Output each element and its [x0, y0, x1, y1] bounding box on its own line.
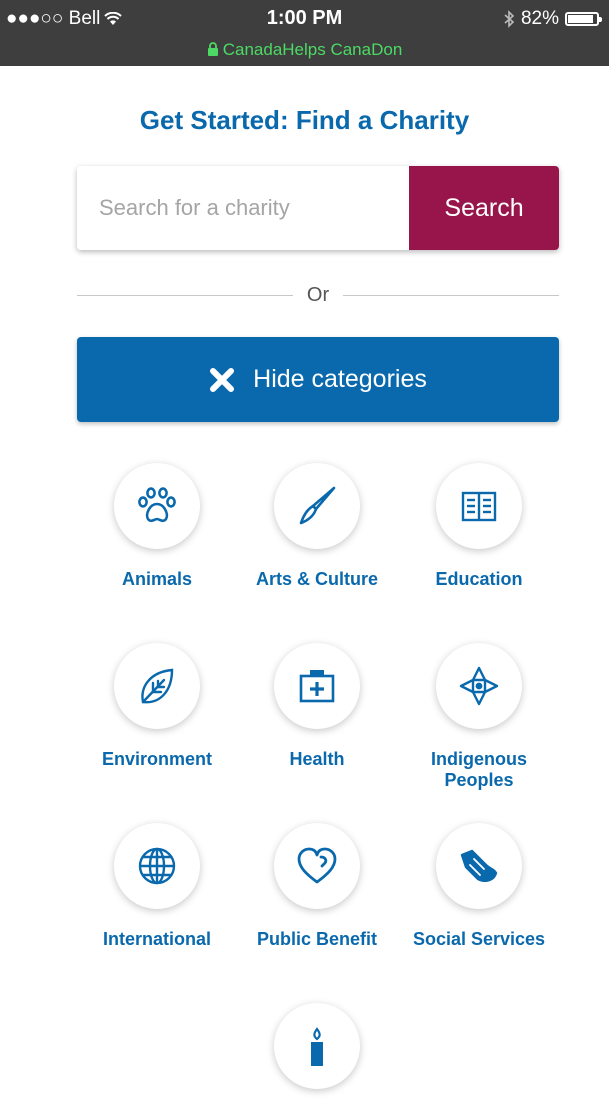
status-right: 82% [503, 8, 602, 30]
category-education[interactable]: Education [394, 463, 564, 590]
or-divider: Or [77, 283, 559, 307]
first-aid-kit-icon [299, 670, 335, 703]
category-indigenous-peoples[interactable]: Indigenous Peoples [394, 643, 564, 791]
search-form: Search [77, 166, 559, 250]
url-text: CanadaHelps CanaDon [222, 40, 403, 59]
hide-categories-label: Hide categories [253, 365, 427, 393]
category-label: Social Services [412, 929, 546, 949]
lock-icon [207, 42, 218, 56]
page-title: Get Started: Find a Charity [139, 105, 470, 135]
category-label: Education [435, 569, 523, 589]
url-bar[interactable]: CanadaHelps CanaDon [0, 40, 609, 60]
status-bar: ●●●○○ Bell 1:00 PM 82% CanadaHelps CanaD… [0, 0, 609, 66]
book-icon [461, 491, 497, 522]
category-circle [114, 823, 200, 909]
category-label: Health [289, 749, 345, 769]
divider-line-right [343, 294, 559, 296]
paw-icon [138, 487, 176, 523]
category-circle [274, 463, 360, 549]
category-label: International [102, 929, 211, 949]
battery-level [568, 15, 593, 23]
search-input[interactable] [77, 166, 409, 250]
category-circle [436, 643, 522, 729]
category-health[interactable]: Health [232, 643, 402, 770]
category-circle [436, 823, 522, 909]
bluetooth-icon [504, 10, 515, 28]
category-label: Arts & Culture [255, 569, 378, 589]
paintbrush-icon [299, 486, 336, 525]
or-label: Or [306, 283, 330, 306]
hide-categories-button[interactable]: Hide categories [77, 337, 559, 422]
heart-icon [297, 847, 337, 884]
category-circle [436, 463, 522, 549]
category-religion[interactable] [232, 1003, 402, 1109]
category-label: Environment [101, 749, 212, 769]
category-circle [114, 643, 200, 729]
category-animals[interactable]: Animals [72, 463, 242, 590]
category-label: Animals [121, 569, 193, 589]
close-icon [210, 367, 235, 392]
battery-percent: 82% [520, 8, 559, 29]
candle-icon [311, 1027, 323, 1066]
leaf-icon [141, 668, 174, 704]
category-circle [274, 643, 360, 729]
category-arts-culture[interactable]: Arts & Culture [232, 463, 402, 590]
helping-hand-icon [460, 849, 498, 882]
search-button[interactable]: Search [409, 166, 559, 250]
battery-icon [565, 12, 602, 26]
category-social-services[interactable]: Social Services [394, 823, 564, 950]
category-environment[interactable]: Environment [72, 643, 242, 770]
category-label: Public Benefit [256, 929, 377, 949]
divider-line-left [77, 294, 293, 296]
compass-star-icon [459, 666, 499, 706]
globe-icon [138, 847, 176, 885]
category-circle [274, 823, 360, 909]
category-circle [274, 1003, 360, 1089]
category-label: Indigenous Peoples [431, 749, 527, 790]
category-circle [114, 463, 200, 549]
category-international[interactable]: International [72, 823, 242, 950]
category-public-benefit[interactable]: Public Benefit [232, 823, 402, 950]
